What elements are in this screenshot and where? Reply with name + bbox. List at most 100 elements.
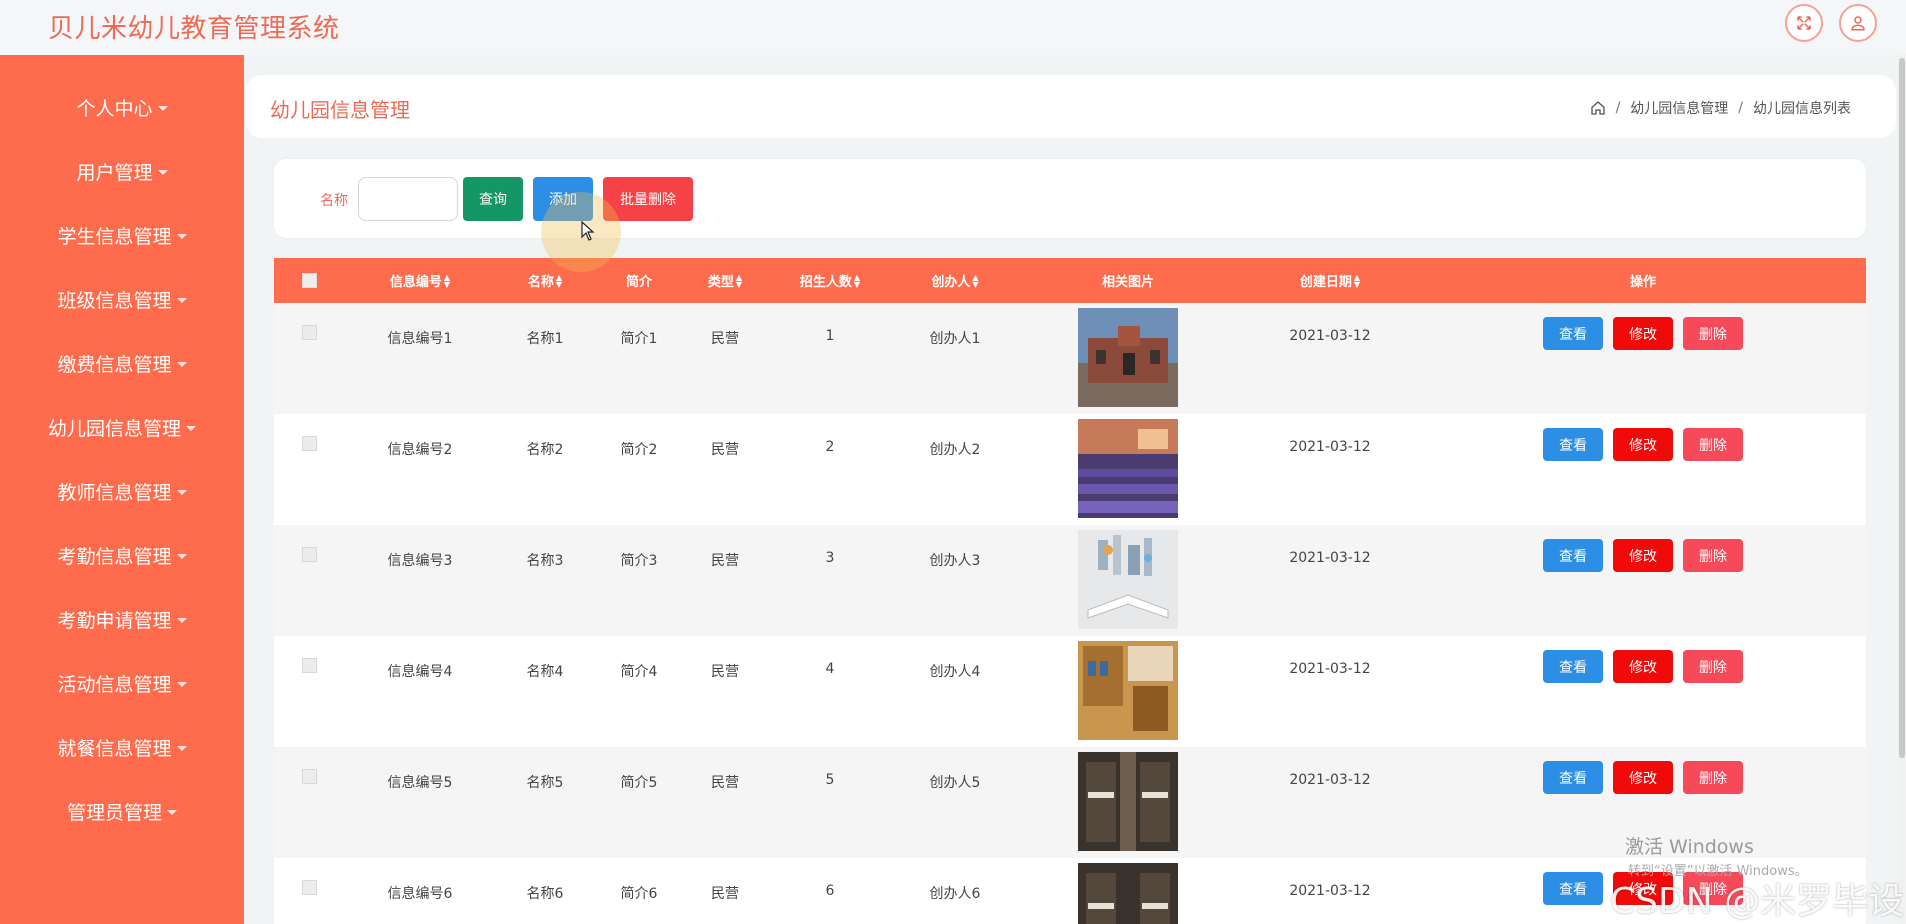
sort-icon: ▲ ▼ — [853, 272, 861, 289]
sidebar-item-teachers[interactable]: 教师信息管理 — [0, 471, 244, 511]
sidebar-item-label: 考勤申请管理 — [57, 609, 172, 632]
sidebar-item-admins[interactable]: 管理员管理 — [0, 791, 244, 831]
cell-name: 名称1 — [526, 331, 564, 347]
cell-enroll: 3 — [825, 550, 835, 566]
edit-button[interactable]: 修改 — [1613, 539, 1673, 572]
cell-intro: 简介4 — [620, 664, 658, 680]
cell-code: 信息编号2 — [387, 442, 453, 458]
cell-founder: 创办人6 — [929, 886, 981, 902]
user-icon — [1851, 16, 1865, 31]
column-header-enroll[interactable]: 招生人数 ▲ ▼ — [800, 258, 860, 303]
edit-button[interactable]: 修改 — [1613, 650, 1673, 683]
breadcrumb: / 幼儿园信息管理 / 幼儿园信息列表 — [1590, 98, 1851, 118]
sidebar-item-classes[interactable]: 班级信息管理 — [0, 279, 244, 319]
cell-date: 2021-03-12 — [1289, 550, 1371, 566]
chevron-down-icon — [176, 553, 187, 559]
user-button[interactable] — [1839, 4, 1877, 42]
sidebar-item-label: 用户管理 — [76, 161, 153, 184]
column-header-founder[interactable]: 创办人 ▲ ▼ — [931, 258, 978, 303]
column-header-code[interactable]: 信息编号 ▲ ▼ — [390, 258, 450, 303]
sidebar-item-attendance[interactable]: 考勤信息管理 — [0, 535, 244, 575]
cell-founder: 创办人4 — [929, 664, 981, 680]
page-title: 幼儿园信息管理 — [270, 98, 410, 122]
edit-button[interactable]: 修改 — [1613, 428, 1673, 461]
home-icon[interactable] — [1590, 100, 1606, 116]
table-row: 信息编号4 名称4 简介4 民营 4 创办人4 2021-03-12 查看 修改… — [274, 636, 1866, 747]
delete-button[interactable]: 删除 — [1683, 428, 1743, 461]
sidebar-item-kindergarten[interactable]: 幼儿园信息管理 — [0, 407, 244, 447]
name-search-input[interactable] — [358, 177, 458, 221]
cell-founder: 创办人5 — [929, 775, 981, 791]
cell-intro: 简介3 — [620, 553, 658, 569]
row-checkbox[interactable] — [302, 769, 317, 784]
sidebar-item-meals[interactable]: 就餐信息管理 — [0, 727, 244, 767]
delete-button[interactable]: 删除 — [1683, 761, 1743, 794]
csdn-watermark: CSDN @米罗毕设 — [1610, 881, 1905, 922]
scrollbar-thumb[interactable] — [1899, 58, 1905, 758]
column-header-type[interactable]: 类型 ▲ ▼ — [708, 258, 742, 303]
search-button[interactable]: 查询 — [463, 177, 523, 221]
sort-icon: ▲ ▼ — [972, 272, 979, 289]
cell-enroll: 1 — [825, 328, 835, 344]
chevron-down-icon — [157, 105, 168, 111]
delete-button[interactable]: 删除 — [1683, 539, 1743, 572]
sidebar-item-users[interactable]: 用户管理 — [0, 151, 244, 191]
view-button[interactable]: 查看 — [1543, 539, 1603, 572]
row-checkbox[interactable] — [302, 658, 317, 673]
table-row: 信息编号3 名称3 简介3 民营 3 创办人3 2021-03-12 查看 修改… — [274, 525, 1866, 636]
kindergarten-photo[interactable] — [1078, 641, 1178, 740]
app-title: 贝儿米幼儿教育管理系统 — [48, 14, 340, 44]
kindergarten-photo[interactable] — [1078, 863, 1178, 924]
delete-button[interactable]: 删除 — [1683, 317, 1743, 350]
cell-name: 名称5 — [526, 775, 564, 791]
cell-intro: 简介2 — [620, 442, 658, 458]
sidebar-item-label: 活动信息管理 — [57, 673, 172, 696]
breadcrumb-item[interactable]: 幼儿园信息管理 — [1630, 98, 1728, 118]
sidebar-item-activities[interactable]: 活动信息管理 — [0, 663, 244, 703]
fullscreen-icon — [1797, 16, 1811, 30]
row-checkbox[interactable] — [302, 547, 317, 562]
cell-date: 2021-03-12 — [1289, 772, 1371, 788]
cell-date: 2021-03-12 — [1289, 661, 1371, 677]
row-checkbox[interactable] — [302, 325, 317, 340]
chevron-down-icon — [176, 617, 187, 623]
chevron-down-icon — [176, 297, 187, 303]
view-button[interactable]: 查看 — [1543, 650, 1603, 683]
view-button[interactable]: 查看 — [1543, 317, 1603, 350]
cell-code: 信息编号3 — [387, 553, 453, 569]
sidebar-item-personal-center[interactable]: 个人中心 — [0, 87, 244, 127]
cell-intro: 简介6 — [620, 886, 658, 902]
sidebar-item-attendance-requests[interactable]: 考勤申请管理 — [0, 599, 244, 639]
cell-type: 民营 — [711, 775, 739, 791]
edit-button[interactable]: 修改 — [1613, 761, 1673, 794]
view-button[interactable]: 查看 — [1543, 428, 1603, 461]
table-row: 信息编号2 名称2 简介2 民营 2 创办人2 2021-03-12 查看 修改… — [274, 414, 1866, 525]
sidebar-item-label: 考勤信息管理 — [57, 545, 172, 568]
cell-enroll: 2 — [825, 439, 835, 455]
cell-code: 信息编号4 — [387, 664, 453, 680]
cell-date: 2021-03-12 — [1289, 439, 1371, 455]
edit-button[interactable]: 修改 — [1613, 317, 1673, 350]
kindergarten-photo[interactable] — [1078, 752, 1178, 851]
column-header-name[interactable]: 名称 ▲ ▼ — [528, 258, 562, 303]
sidebar-item-label: 缴费信息管理 — [57, 353, 172, 376]
sort-icon: ▲ ▼ — [555, 272, 563, 289]
kindergarten-photo[interactable] — [1078, 530, 1178, 629]
fullscreen-button[interactable] — [1785, 4, 1823, 42]
delete-button[interactable]: 删除 — [1683, 650, 1743, 683]
cell-date: 2021-03-12 — [1289, 328, 1371, 344]
row-checkbox[interactable] — [302, 436, 317, 451]
sidebar-item-payments[interactable]: 缴费信息管理 — [0, 343, 244, 383]
sidebar-item-students[interactable]: 学生信息管理 — [0, 215, 244, 255]
kindergarten-photo[interactable] — [1078, 308, 1178, 407]
sort-icon: ▲ ▼ — [1353, 272, 1361, 289]
cell-type: 民营 — [711, 553, 739, 569]
chevron-down-icon — [176, 233, 187, 239]
view-button[interactable]: 查看 — [1543, 761, 1603, 794]
view-button[interactable]: 查看 — [1543, 872, 1603, 905]
chevron-down-icon — [176, 681, 187, 687]
select-all-checkbox[interactable] — [302, 273, 317, 288]
kindergarten-photo[interactable] — [1078, 419, 1178, 518]
row-checkbox[interactable] — [302, 880, 317, 895]
column-header-date[interactable]: 创建日期 ▲ ▼ — [1300, 258, 1360, 303]
